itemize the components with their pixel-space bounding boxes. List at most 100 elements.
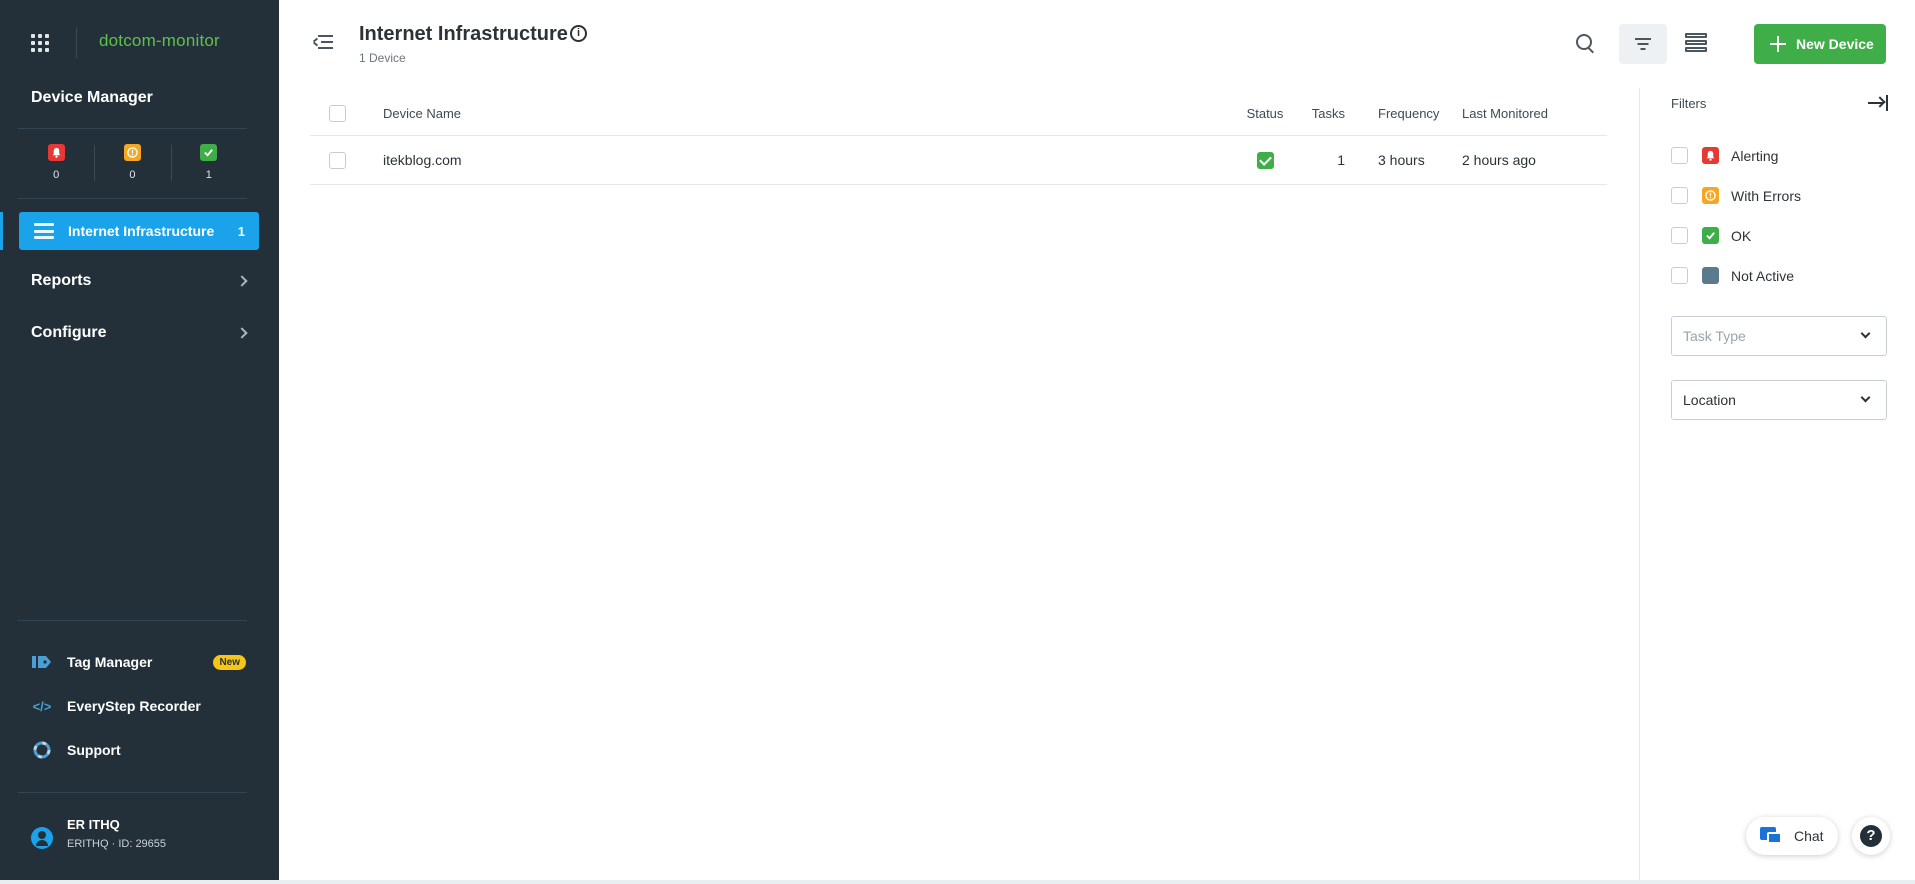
location-select[interactable]: Location	[1671, 380, 1887, 420]
location-label: Location	[1683, 392, 1736, 408]
user-name: ER ITHQ	[67, 817, 120, 832]
close-panel-icon[interactable]	[1868, 95, 1888, 111]
section-title: Device Manager	[31, 89, 153, 106]
filter-checkbox[interactable]	[1671, 187, 1688, 204]
nav-item-label: Reports	[31, 272, 92, 289]
nav-item-count: 1	[237, 223, 245, 239]
view-toggle-icon[interactable]	[1685, 33, 1707, 53]
sidebar: dotcom-monitor Device Manager 0 0 1 Inte…	[0, 0, 279, 880]
status-summary: 0 0 1	[18, 129, 247, 197]
check-icon	[200, 144, 218, 161]
filter-with-errors[interactable]: With Errors	[1671, 187, 1801, 204]
main-content: Internet Infrastructure i 1 Device New D…	[279, 0, 1915, 880]
column-header-device-name[interactable]: Device Name	[383, 106, 1231, 121]
filter-checkbox[interactable]	[1671, 227, 1688, 244]
square-icon	[1702, 267, 1719, 284]
filter-checkbox[interactable]	[1671, 267, 1688, 284]
logo[interactable]: dotcom-monitor	[99, 31, 220, 51]
bell-icon	[47, 144, 65, 161]
help-icon: ?	[1860, 825, 1882, 847]
new-badge: New	[213, 654, 246, 670]
column-header-tasks[interactable]: Tasks	[1299, 106, 1345, 121]
tag-manager-link[interactable]: Tag Manager New	[31, 653, 246, 671]
ok-count: 1	[205, 169, 212, 181]
status-errors[interactable]: 0	[94, 129, 170, 197]
divider	[76, 28, 77, 58]
alerting-count: 0	[53, 169, 60, 181]
nav-item-reports[interactable]: Reports	[31, 272, 248, 290]
nav-item-internet-infrastructure[interactable]: Internet Infrastructure 1	[19, 212, 259, 250]
exclamation-icon	[1702, 187, 1719, 204]
user-id: ERITHQ · ID: 29655	[67, 838, 167, 850]
chevron-down-icon	[1860, 392, 1871, 403]
check-icon	[1256, 151, 1274, 169]
chat-button[interactable]: Chat	[1746, 817, 1838, 855]
info-icon[interactable]: i	[570, 25, 587, 42]
bottom-border	[0, 880, 1915, 884]
plus-icon	[1770, 36, 1786, 52]
filter-label: OK	[1731, 227, 1752, 244]
table-row[interactable]: itekblog.com 1 3 hours 2 hours ago	[310, 136, 1607, 185]
divider	[18, 792, 247, 793]
apps-grid-icon[interactable]	[31, 34, 49, 52]
filter-toggle-button[interactable]	[1619, 24, 1667, 64]
filters-panel: Filters Alerting With Errors OK Not Acti…	[1639, 88, 1915, 880]
task-type-select[interactable]: Task Type	[1671, 316, 1887, 356]
tool-label: EveryStep Recorder	[67, 698, 201, 714]
sidebar-header: dotcom-monitor	[0, 0, 279, 86]
chevron-down-icon	[1860, 328, 1871, 339]
device-last-monitored: 2 hours ago	[1462, 152, 1536, 168]
new-device-button[interactable]: New Device	[1754, 24, 1886, 64]
device-status	[1231, 151, 1299, 169]
device-name[interactable]: itekblog.com	[383, 152, 1231, 168]
search-icon[interactable]	[1575, 33, 1595, 53]
divider	[18, 198, 247, 199]
exclamation-icon	[123, 144, 141, 161]
devices-table: Device Name Status Tasks Frequency Last …	[310, 92, 1607, 185]
collapse-sidebar-icon[interactable]	[312, 34, 333, 50]
infrastructure-icon	[34, 223, 54, 239]
device-frequency: 3 hours	[1378, 152, 1425, 168]
chevron-right-icon	[236, 327, 248, 339]
help-button[interactable]: ?	[1852, 817, 1890, 855]
nav-item-label: Configure	[31, 324, 107, 341]
filter-label: Alerting	[1731, 147, 1779, 164]
active-marker	[0, 212, 3, 250]
select-all-checkbox[interactable]	[329, 105, 346, 122]
column-header-frequency[interactable]: Frequency	[1345, 106, 1462, 121]
user-avatar-icon	[31, 827, 53, 849]
row-checkbox[interactable]	[329, 151, 346, 169]
tool-label: Tag Manager	[67, 654, 153, 670]
status-alerting[interactable]: 0	[18, 129, 94, 197]
column-header-status[interactable]: Status	[1231, 106, 1299, 121]
column-header-last-monitored[interactable]: Last Monitored	[1462, 106, 1607, 121]
device-count: 1 Device	[359, 51, 406, 65]
lifebuoy-icon	[31, 741, 53, 759]
tag-icon	[31, 653, 53, 671]
filter-alerting[interactable]: Alerting	[1671, 147, 1778, 164]
filter-checkbox[interactable]	[1671, 147, 1688, 164]
filters-title: Filters	[1671, 96, 1707, 111]
errors-count: 0	[129, 169, 136, 181]
table-header: Device Name Status Tasks Frequency Last …	[310, 92, 1607, 136]
code-icon: </>	[32, 698, 52, 714]
user-profile[interactable]: ER ITHQ ERITHQ · ID: 29655	[31, 817, 166, 850]
chat-label: Chat	[1794, 828, 1824, 844]
check-icon	[1702, 227, 1719, 244]
task-type-placeholder: Task Type	[1683, 328, 1746, 344]
nav-item-label: Internet Infrastructure	[68, 223, 215, 239]
device-tasks: 1	[1337, 152, 1345, 168]
filter-label: Not Active	[1731, 267, 1795, 284]
support-link[interactable]: Support	[31, 741, 246, 759]
tool-label: Support	[67, 742, 121, 758]
status-ok[interactable]: 1	[170, 129, 247, 197]
nav-item-configure[interactable]: Configure	[31, 324, 248, 342]
filter-not-active[interactable]: Not Active	[1671, 267, 1794, 284]
page-title: Internet Infrastructure	[359, 23, 568, 45]
filter-ok[interactable]: OK	[1671, 227, 1751, 244]
divider	[18, 620, 247, 621]
chevron-right-icon	[236, 275, 248, 287]
everystep-recorder-link[interactable]: </> EveryStep Recorder	[31, 697, 246, 715]
bell-icon	[1702, 147, 1719, 164]
chat-icon	[1760, 827, 1782, 845]
